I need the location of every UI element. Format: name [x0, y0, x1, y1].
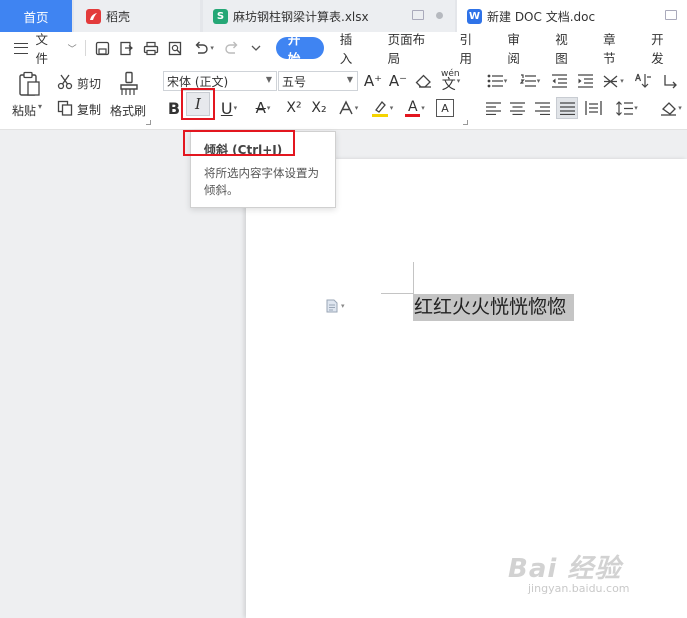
tab-doc-file[interactable]: W 新建 DOC 文档.doc: [457, 0, 687, 32]
copy-icon[interactable]: [56, 99, 74, 117]
align-center-icon[interactable]: [508, 99, 526, 117]
divider: [84, 40, 86, 56]
sort-icon[interactable]: [632, 72, 654, 90]
redo-icon[interactable]: [223, 39, 240, 57]
watermark-url: jingyan.baidu.com: [528, 582, 630, 595]
tab-insert[interactable]: 插入: [328, 32, 376, 66]
shrink-font-icon[interactable]: A⁻: [389, 72, 407, 90]
tab-xlsx-label: 麻坊钢柱钢梁计算表.xlsx: [233, 9, 369, 24]
bullet-list-icon[interactable]: ▾: [484, 72, 510, 90]
tab-xlsx-file[interactable]: S 麻坊钢柱钢梁计算表.xlsx: [203, 0, 455, 32]
tab-start[interactable]: 开始: [275, 32, 324, 66]
paragraph-layout-icon[interactable]: ▾: [326, 299, 345, 313]
margin-corner-mark: [381, 293, 414, 294]
font-group-launcher[interactable]: [463, 120, 468, 125]
chevron-down-icon[interactable]: ﹀: [68, 42, 77, 55]
tab-developer[interactable]: 开发: [639, 32, 687, 66]
daoke-icon: [86, 8, 101, 24]
tab-view[interactable]: 视图: [543, 32, 591, 66]
baidu-watermark: Bai 经验 jingyan.baidu.com: [508, 548, 630, 595]
clipboard-group-launcher[interactable]: [146, 120, 151, 125]
cut-button[interactable]: 剪切: [77, 75, 101, 92]
chinese-layout-icon[interactable]: ▾: [600, 72, 626, 90]
tab-daoke[interactable]: 稻壳: [74, 0, 200, 32]
increase-indent-icon[interactable]: [576, 72, 594, 90]
align-left-icon[interactable]: [484, 99, 502, 117]
wps-window: 首页 稻壳 S 麻坊钢柱钢梁计算表.xlsx W 新建 DOC 文档.doc 文…: [0, 0, 687, 618]
font-color-icon[interactable]: A ▾: [402, 97, 428, 119]
format-painter-icon[interactable]: [116, 70, 142, 98]
underline-button[interactable]: U ▾: [218, 97, 240, 119]
ribbon-tabs: 开始 插入 页面布局 引用 审阅 视图 章节 开发: [275, 32, 687, 66]
tab-chapter[interactable]: 章节: [591, 32, 639, 66]
font-name-value: 宋体 (正文): [167, 74, 229, 89]
scissors-icon[interactable]: [56, 73, 74, 91]
show-marks-icon[interactable]: [660, 72, 682, 90]
tab-bar: 首页 稻壳 S 麻坊钢柱钢梁计算表.xlsx W 新建 DOC 文档.doc: [0, 0, 687, 32]
margin-corner-mark: [413, 262, 414, 294]
copy-button[interactable]: 复制: [77, 101, 101, 118]
tab-references[interactable]: 引用: [447, 32, 495, 66]
tab-home-label: 首页: [23, 9, 49, 25]
file-menu[interactable]: 文件: [36, 29, 60, 67]
document-workspace: [0, 131, 687, 618]
character-border-icon[interactable]: A: [436, 99, 454, 117]
format-painter-button[interactable]: 格式刷: [110, 102, 146, 119]
italic-highlight-box: [181, 88, 215, 120]
italic-tooltip: 倾斜 (Ctrl+I) 将所选内容字体设置为倾斜。: [183, 130, 336, 208]
spreadsheet-icon: S: [213, 8, 228, 24]
paste-dropdown-icon[interactable]: ▾: [38, 102, 42, 111]
strikethrough-button[interactable]: A ▾: [250, 97, 276, 119]
justify-icon[interactable]: [556, 97, 578, 119]
save-icon[interactable]: [94, 39, 111, 57]
tab-daoke-label: 稻壳: [106, 9, 131, 24]
tab-home[interactable]: 首页: [0, 0, 72, 32]
clear-format-icon[interactable]: [414, 72, 432, 90]
font-size-value: 五号: [282, 74, 307, 89]
ribbon-home: 粘贴 ▾ 剪切 复制 格式刷 宋体 (正文) ▼ 五号 ▼ A⁺ A⁻ wén …: [0, 64, 687, 130]
chevron-down-icon: ▼: [346, 75, 353, 84]
undo-icon[interactable]: ▾: [191, 39, 216, 57]
highlight-color-icon[interactable]: ▾: [367, 97, 397, 119]
monitor-icon[interactable]: [412, 10, 424, 20]
subscript-button[interactable]: X₂: [308, 97, 330, 119]
decrease-indent-icon[interactable]: [550, 72, 568, 90]
distribute-icon[interactable]: [583, 99, 603, 117]
phonetic-guide-icon[interactable]: wén 文 ▾: [437, 69, 465, 93]
shading-icon[interactable]: ▾: [658, 99, 684, 117]
hamburger-menu-icon[interactable]: [14, 42, 28, 54]
align-right-icon[interactable]: [533, 99, 551, 117]
print-icon[interactable]: [142, 39, 159, 57]
monitor-icon[interactable]: [665, 10, 677, 20]
paste-button[interactable]: 粘贴: [12, 102, 36, 119]
line-spacing-icon[interactable]: ▾: [614, 99, 640, 117]
tooltip-description: 将所选内容字体设置为倾斜。: [204, 166, 319, 197]
font-size-select[interactable]: 五号 ▼: [278, 71, 358, 91]
superscript-button[interactable]: X²: [283, 97, 305, 119]
tab-doc-label: 新建 DOC 文档.doc: [487, 9, 596, 24]
chevron-down-icon: ▼: [265, 75, 272, 84]
watermark-logo: Bai 经验: [508, 554, 622, 584]
menu-bar: 文件 ﹀ ▾ 开始 插入 页面布局 引用 审阅 视图 章节 开发: [0, 29, 687, 67]
tooltip-highlight-box: [183, 130, 295, 156]
paste-icon[interactable]: [14, 70, 44, 98]
text-effects-icon[interactable]: ▾: [335, 97, 361, 119]
tab-page-layout[interactable]: 页面布局: [376, 32, 448, 66]
export-pdf-icon[interactable]: [118, 39, 135, 57]
customize-quick-access-icon[interactable]: [247, 39, 264, 57]
print-preview-icon[interactable]: [167, 39, 184, 57]
unsaved-dot-icon: [436, 12, 443, 19]
writer-doc-icon: W: [467, 8, 482, 24]
numbered-list-icon[interactable]: ▾: [517, 72, 543, 90]
grow-font-icon[interactable]: A⁺: [364, 72, 382, 90]
bold-button[interactable]: B: [166, 97, 182, 119]
tab-review[interactable]: 审阅: [495, 32, 543, 66]
selected-document-text[interactable]: 红红火火恍恍惚惚: [413, 294, 575, 321]
